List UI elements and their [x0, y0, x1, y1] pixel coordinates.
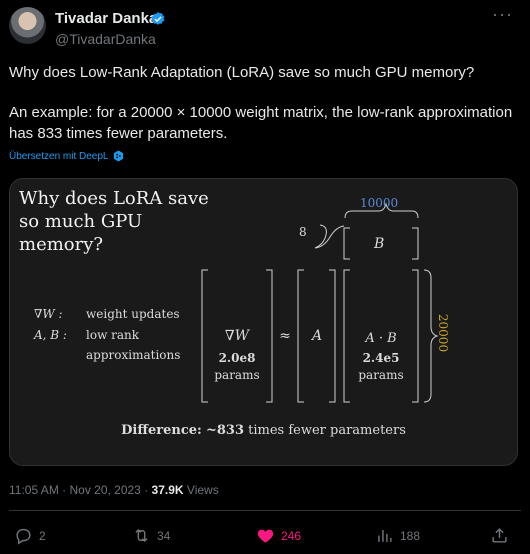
- legend-text-weight-updates: weight updates: [86, 307, 180, 321]
- translate-label[interactable]: Übersetzen mit DeepL: [9, 151, 109, 162]
- matrix-b-label: B: [374, 236, 385, 252]
- grad-params-word: params: [214, 368, 260, 382]
- matrix-a-label: A: [311, 328, 323, 344]
- heart-icon: [257, 529, 274, 543]
- image-title: Why does LoRA save so much GPU memory?: [19, 187, 209, 256]
- tweet-line-1: Why does Low-Rank Adaptation (LoRA) save…: [9, 64, 475, 81]
- height-label: 20000: [436, 313, 450, 353]
- legend-text-approximations: approximations: [86, 348, 181, 362]
- repost-button[interactable]: 34: [132, 526, 170, 545]
- like-count: 246: [281, 528, 302, 543]
- reply-icon: [16, 528, 31, 545]
- product-params-word: params: [358, 368, 404, 382]
- tweet-text: Why does Low-Rank Adaptation (LoRA) save…: [9, 62, 524, 144]
- legend-text-low-rank: low rank: [86, 328, 140, 342]
- image-title-line: so much GPU: [19, 211, 143, 232]
- reply-count: 2: [39, 528, 46, 543]
- bookmark-count: 188: [400, 528, 421, 543]
- author-handle[interactable]: @TivadarDanka: [55, 31, 156, 47]
- author-name[interactable]: Tivadar Danka: [55, 10, 157, 27]
- share-button[interactable]: [490, 526, 509, 545]
- more-options-icon[interactable]: ···: [492, 4, 513, 25]
- difference-line: Difference: ~833 times fewer parameters: [10, 423, 517, 438]
- reply-button[interactable]: 2: [14, 526, 46, 545]
- grad-params-value: 2.0e8: [218, 351, 256, 365]
- difference-text: times fewer parameters: [248, 423, 406, 438]
- tweet-meta: 11:05 AM · Nov 20, 2023 · 37.9K Views: [9, 483, 219, 497]
- image-title-line: memory?: [19, 234, 104, 255]
- action-bar: 2 34 246 188: [0, 526, 530, 548]
- translate-link[interactable]: Übersetzen mit DeepL: [9, 150, 124, 162]
- rank-label: 8: [299, 225, 307, 239]
- approx-symbol: ≈: [279, 328, 291, 344]
- tweet-timestamp[interactable]: 11:05 AM · Nov 20, 2023: [9, 483, 141, 497]
- product-params-value: 2.4e5: [362, 351, 400, 365]
- matrix-grad-label: ∇W: [224, 328, 250, 344]
- divider: [9, 510, 521, 511]
- tweet-line-2: An example: for a 20000 × 10000 weight m…: [9, 104, 513, 142]
- repost-icon: [135, 528, 148, 543]
- views-bar-icon: [378, 529, 392, 542]
- avatar[interactable]: [9, 7, 46, 44]
- views-count: 37.9K: [151, 483, 184, 497]
- like-button[interactable]: 246: [256, 526, 301, 545]
- difference-label: Difference:: [121, 423, 202, 438]
- views-label: Views: [186, 483, 219, 497]
- bookmark-button[interactable]: 188: [375, 526, 420, 545]
- width-label: 10000: [360, 196, 399, 210]
- difference-value: ~833: [205, 423, 244, 438]
- legend-symbol-ab: A, B :: [34, 328, 67, 342]
- verified-badge-icon: [151, 12, 165, 25]
- repost-count: 34: [157, 528, 171, 543]
- tweet-image[interactable]: Why does LoRA save so much GPU memory? 1…: [9, 178, 518, 466]
- product-label: A · B: [365, 331, 397, 346]
- image-title-line: Why does LoRA save: [19, 188, 209, 209]
- share-icon: [492, 528, 507, 543]
- legend-symbol-grad: ∇W :: [34, 307, 63, 321]
- deepl-icon: [113, 150, 123, 162]
